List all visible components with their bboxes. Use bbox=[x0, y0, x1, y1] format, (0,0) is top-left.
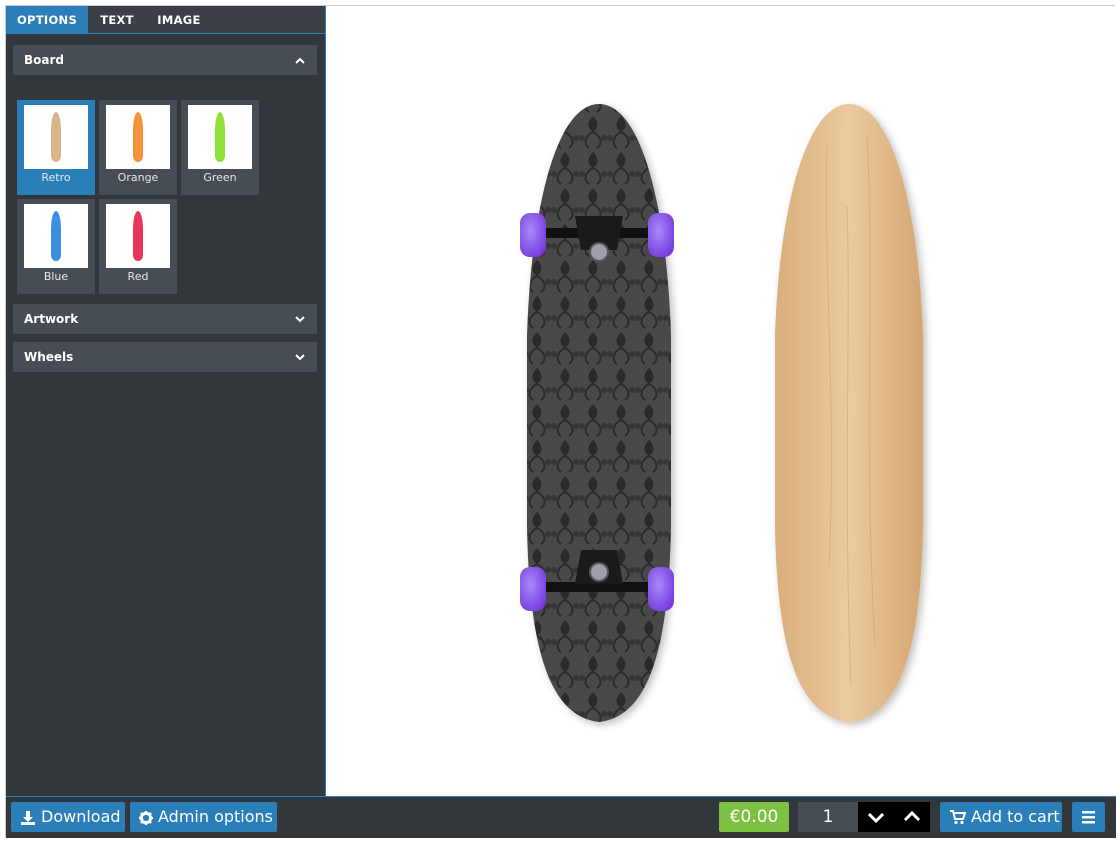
board-thumbnail-icon bbox=[215, 112, 225, 162]
cart-icon bbox=[950, 810, 966, 825]
tab-options[interactable]: OPTIONS bbox=[6, 6, 88, 34]
board-thumbnail-icon bbox=[51, 211, 61, 261]
swatch-thumbnail bbox=[106, 105, 170, 169]
menu-button[interactable] bbox=[1072, 802, 1105, 832]
quantity-input[interactable] bbox=[798, 802, 858, 832]
chevron-down-icon bbox=[867, 812, 885, 824]
chevron-up-icon bbox=[295, 57, 305, 64]
chevron-up-icon bbox=[903, 810, 921, 822]
download-button[interactable]: Download bbox=[11, 802, 125, 832]
admin-options-label: Admin options bbox=[158, 807, 274, 826]
swatch-blue[interactable]: Blue bbox=[17, 199, 95, 294]
quantity-increase-button[interactable] bbox=[894, 802, 930, 832]
artwork-accordion-title: Artwork bbox=[24, 312, 79, 326]
price-badge: €0.00 bbox=[719, 802, 789, 832]
gear-icon bbox=[139, 810, 153, 825]
board-thumbnail-icon bbox=[133, 112, 143, 162]
swatch-retro[interactable]: Retro bbox=[17, 100, 95, 195]
swatch-label: Retro bbox=[41, 171, 71, 184]
sidebar: OPTIONS TEXT IMAGE Board Retro Orange Gr… bbox=[6, 6, 326, 796]
menu-icon bbox=[1082, 811, 1095, 824]
board-thumbnail-icon bbox=[51, 112, 61, 162]
tab-image[interactable]: IMAGE bbox=[146, 6, 212, 34]
product-designer: OPTIONS TEXT IMAGE Board Retro Orange Gr… bbox=[5, 5, 1116, 838]
board-thumbnail-icon bbox=[133, 211, 143, 261]
skateboard-canvas[interactable] bbox=[327, 6, 1116, 796]
admin-options-button[interactable]: Admin options bbox=[130, 802, 277, 832]
quantity-decrease-button[interactable] bbox=[858, 802, 894, 832]
swatch-thumbnail bbox=[24, 105, 88, 169]
product-stage[interactable] bbox=[327, 6, 1116, 796]
wheels-accordion-header[interactable]: Wheels bbox=[13, 342, 317, 372]
skateboard-top-view[interactable] bbox=[775, 104, 923, 722]
swatch-label: Blue bbox=[43, 270, 69, 283]
swatch-red[interactable]: Red bbox=[99, 199, 177, 294]
wheels-accordion-title: Wheels bbox=[24, 350, 74, 364]
swatch-thumbnail bbox=[106, 204, 170, 268]
skateboard-bottom-view[interactable] bbox=[520, 104, 674, 722]
swatch-label: Red bbox=[127, 270, 149, 283]
swatch-label: Orange bbox=[117, 171, 159, 184]
swatch-green[interactable]: Green bbox=[181, 100, 259, 195]
board-accordion-title: Board bbox=[24, 53, 64, 67]
swatch-thumbnail bbox=[24, 204, 88, 268]
artwork-accordion-header[interactable]: Artwork bbox=[13, 304, 317, 334]
board-accordion-header[interactable]: Board bbox=[13, 45, 317, 75]
action-bar: Download Admin options €0.00 1 Add to ca… bbox=[6, 796, 1116, 838]
swatch-orange[interactable]: Orange bbox=[99, 100, 177, 195]
add-to-cart-button[interactable]: Add to cart bbox=[940, 802, 1062, 832]
download-icon bbox=[21, 810, 35, 825]
tab-text[interactable]: TEXT bbox=[88, 6, 146, 34]
chevron-down-icon bbox=[295, 354, 305, 361]
swatch-thumbnail bbox=[188, 105, 252, 169]
download-label: Download bbox=[41, 807, 121, 826]
add-to-cart-label: Add to cart bbox=[971, 807, 1060, 826]
sidebar-tabs: OPTIONS TEXT IMAGE bbox=[6, 6, 325, 34]
swatch-label: Green bbox=[203, 171, 237, 184]
chevron-down-icon bbox=[295, 316, 305, 323]
